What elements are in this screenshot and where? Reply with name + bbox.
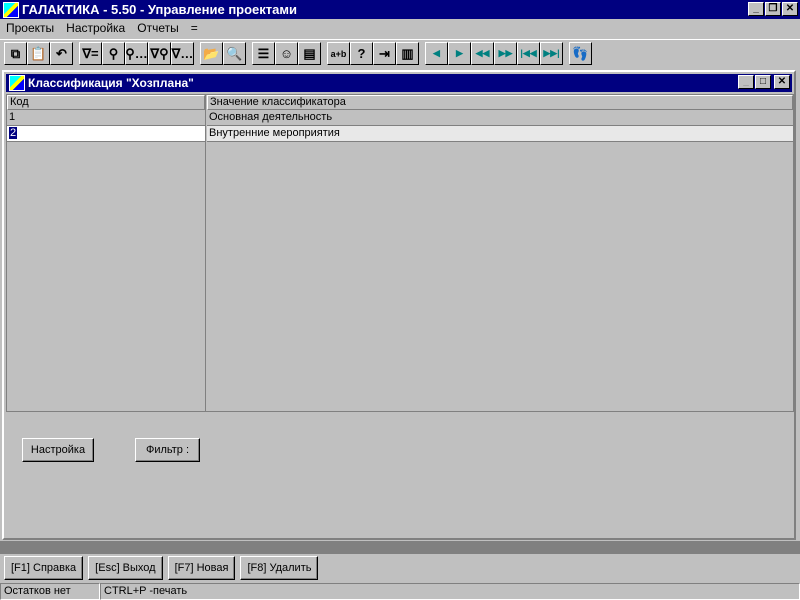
filter-find-icon: ∇⚲ xyxy=(150,45,169,61)
classification-window: Классификация "Хозплана" _ □ ✕ Код 1 2 З… xyxy=(2,70,796,540)
filter-icon: ∇= xyxy=(82,45,99,61)
menu-projects[interactable]: Проекты xyxy=(6,21,54,35)
form-button[interactable]: ▤ xyxy=(298,42,321,65)
first-button[interactable]: |◀◀ xyxy=(517,42,540,65)
menu-bar: Проекты Настройка Отчеты = xyxy=(0,19,800,37)
calculator-icon: a+b xyxy=(330,48,347,59)
copy-button[interactable]: ⧉ xyxy=(4,42,27,65)
cell-value: Внутренние мероприятия xyxy=(209,127,340,139)
status-hint: CTRL+P -печать xyxy=(100,583,800,600)
prev-button[interactable]: ◀ xyxy=(425,42,448,65)
new-f7-button[interactable]: [F7] Новая xyxy=(167,556,236,580)
exit-door-button[interactable]: ⇥ xyxy=(373,42,396,65)
smiley-button[interactable]: ☺ xyxy=(275,42,298,65)
cell-value: Основная деятельность xyxy=(209,111,333,123)
window-title-bar: Классификация "Хозплана" _ □ ✕ xyxy=(6,74,792,92)
paste-icon: 📋 xyxy=(30,45,47,61)
separator-band xyxy=(0,541,800,554)
menu-settings[interactable]: Настройка xyxy=(66,21,125,35)
find-button[interactable]: ⚲ xyxy=(102,42,125,65)
document-button[interactable]: ▥ xyxy=(396,42,419,65)
column-header-code[interactable]: Код xyxy=(7,95,205,110)
folder-search-icon: 🔍 xyxy=(226,45,243,61)
undo-button[interactable]: ↶ xyxy=(50,42,73,65)
footprints-icon: 👣 xyxy=(572,45,589,61)
footprints-button[interactable]: 👣 xyxy=(569,42,592,65)
status-remainders: Остатков нет xyxy=(0,583,100,600)
page-next-icon: ▶▶ xyxy=(498,48,513,58)
filter-find-more-button[interactable]: ∇… xyxy=(171,42,194,65)
next-button[interactable]: ▶ xyxy=(448,42,471,65)
cell-code[interactable]: 2 xyxy=(9,127,18,139)
menu-reports[interactable]: Отчеты xyxy=(137,21,178,35)
prev-icon: ◀ xyxy=(433,48,440,58)
exit-door-icon: ⇥ xyxy=(379,45,390,61)
undo-icon: ↶ xyxy=(56,45,67,61)
last-icon: ▶▶| xyxy=(543,48,560,58)
help-f1-button[interactable]: [F1] Справка xyxy=(4,556,84,580)
window-maximize-button[interactable]: □ xyxy=(755,75,771,89)
window-icon xyxy=(9,75,25,91)
cell-code: 1 xyxy=(9,111,16,123)
numbered-list-button[interactable]: ☰ xyxy=(252,42,275,65)
copy-icon: ⧉ xyxy=(10,45,21,61)
table-row-selected[interactable]: 2 xyxy=(7,126,205,142)
minimize-button[interactable]: _ xyxy=(748,2,764,16)
classifier-table: Код 1 2 Значение классификатора Основная… xyxy=(6,94,794,412)
exit-esc-button[interactable]: [Esc] Выход xyxy=(88,556,163,580)
page-prev-button[interactable]: ◀◀ xyxy=(471,42,494,65)
window-minimize-button[interactable]: _ xyxy=(738,75,754,89)
toolbar: ⧉ 📋 ↶ ∇= ⚲ ⚲… ∇⚲ ∇… 📂 🔍 ☰ ☺ ▤ a+b? ⇥ ▥ ◀ ▶ ◀◀ ▶▶ |◀◀ ▶▶| 👣 xyxy=(0,39,800,67)
find-more-icon: ⚲… xyxy=(125,45,148,61)
open-folder-icon: 📂 xyxy=(203,45,220,61)
filter-button[interactable]: ∇= xyxy=(79,42,102,65)
find-icon: ⚲ xyxy=(108,45,119,61)
window-close-button[interactable]: ✕ xyxy=(774,75,790,89)
help-button[interactable]: ? xyxy=(350,42,373,65)
last-button[interactable]: ▶▶| xyxy=(540,42,563,65)
help-icon: ? xyxy=(357,46,366,61)
smiley-icon: ☺ xyxy=(279,46,294,61)
page-next-button[interactable]: ▶▶ xyxy=(494,42,517,65)
folder-search-button[interactable]: 🔍 xyxy=(223,42,246,65)
filter-button[interactable]: Фильтр : xyxy=(135,438,200,462)
form-icon: ▤ xyxy=(303,45,316,61)
first-icon: |◀◀ xyxy=(520,48,537,58)
open-folder-button[interactable]: 📂 xyxy=(200,42,223,65)
status-bar: Остатков нет CTRL+P -печать xyxy=(0,583,800,600)
delete-f8-button[interactable]: [F8] Удалить xyxy=(240,556,319,580)
paste-button[interactable]: 📋 xyxy=(27,42,50,65)
column-header-value[interactable]: Значение классификатора xyxy=(207,95,793,110)
window-title: Классификация "Хозплана" xyxy=(28,76,194,90)
table-row-selected[interactable]: Внутренние мероприятия xyxy=(207,126,793,142)
page-prev-icon: ◀◀ xyxy=(475,48,490,58)
document-icon: ▥ xyxy=(401,45,414,61)
function-key-bar: [F1] Справка [Esc] Выход [F7] Новая [F8]… xyxy=(4,556,319,580)
app-title-bar: ГАЛАКТИКА - 5.50 - Управление проектами … xyxy=(0,0,800,19)
next-icon: ▶ xyxy=(456,48,463,58)
table-row[interactable]: Основная деятельность xyxy=(207,110,793,126)
app-title: ГАЛАКТИКА - 5.50 - Управление проектами xyxy=(22,2,297,17)
find-more-button[interactable]: ⚲… xyxy=(125,42,148,65)
filter-find-more-icon: ∇… xyxy=(171,45,194,61)
filter-find-button[interactable]: ∇⚲ xyxy=(148,42,171,65)
app-icon xyxy=(3,1,19,18)
close-button[interactable]: ✕ xyxy=(782,2,798,16)
restore-button[interactable]: ❐ xyxy=(765,2,781,16)
menu-extra[interactable]: = xyxy=(191,21,198,35)
settings-button[interactable]: Настройка xyxy=(22,438,94,462)
calculator-button[interactable]: a+b xyxy=(327,42,350,65)
numbered-list-icon: ☰ xyxy=(257,45,270,61)
table-row[interactable]: 1 xyxy=(7,110,205,126)
